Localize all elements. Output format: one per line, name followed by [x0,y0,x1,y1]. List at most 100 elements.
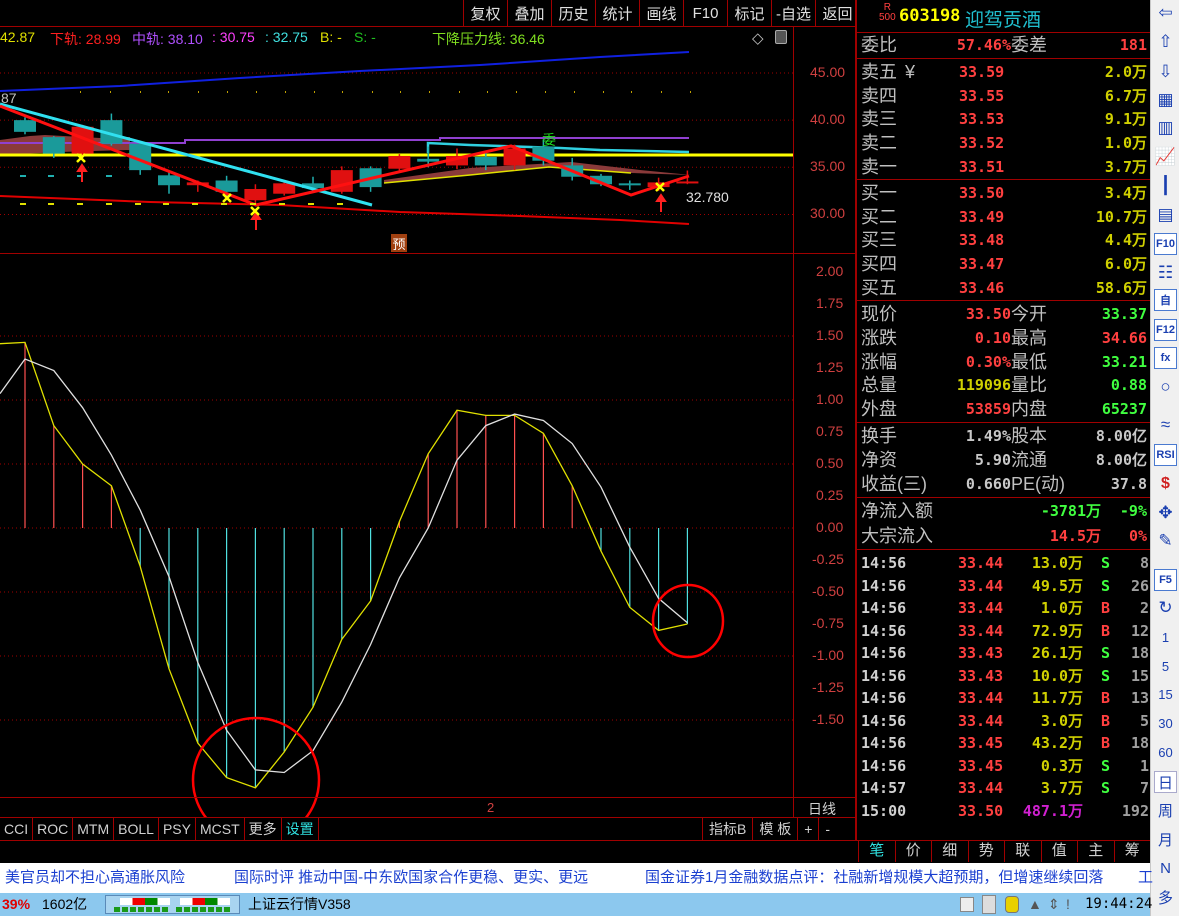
pencil-icon[interactable]: ✎ [1154,530,1177,552]
indicator-control[interactable]: 指标B [702,818,752,840]
trade-row: 14:56 33.44 13.0万 S 8 [861,552,1151,574]
rsi-icon[interactable]: RSI [1154,444,1177,466]
period-button[interactable]: N [1154,857,1177,879]
period-label[interactable]: 日线 [808,799,836,819]
market-breadth-widget[interactable] [105,895,240,914]
ask-price[interactable]: 33.52 [959,131,1004,155]
news-item[interactable]: 国金证券1月金融数据点评：社融新增规模大超预期，但增速继续回落 [645,863,1103,893]
ask-price[interactable]: 33.53 [959,107,1004,131]
period-button[interactable]: 15 [1154,683,1177,705]
period-button[interactable]: 多 [1154,886,1177,908]
indicator-tab[interactable]: CCI [0,818,34,840]
period-button[interactable]: 60 [1154,741,1177,763]
trade-price: 33.44 [958,689,1004,707]
notepad-icon[interactable] [960,897,974,912]
indicator-tab[interactable]: 更多 [245,818,282,840]
toolbar-button[interactable]: 返回 [815,0,859,27]
ask-price[interactable]: 33.59 [959,60,1004,84]
bid-price[interactable]: 33.48 [959,228,1004,252]
tree-icon[interactable]: ☷ [1154,262,1177,284]
arrow-up-icon[interactable]: ⇧ [1154,31,1177,53]
period-button[interactable]: 日 [1154,771,1177,793]
wave-icon[interactable]: ≈ [1154,414,1177,436]
finance-row: 换手 1.49% 股本 8.00亿 [861,424,1151,448]
indicator-tab[interactable]: 设置 [282,818,319,840]
ask-price[interactable]: 33.55 [959,84,1004,108]
trade-volume: 1.0万 [1040,599,1083,617]
trade-volume: 11.7万 [1031,689,1083,707]
self-icon[interactable]: 自 [1154,289,1177,311]
forecast-badge[interactable]: 预 [391,234,407,252]
finance-row: 收益(三) 0.660 PE(动) 37.8 [861,472,1151,496]
finance-row: 净资 5.90 流通 8.00亿 [861,448,1151,472]
period-button[interactable]: 月 [1154,828,1177,850]
alert-icon[interactable] [1005,896,1019,913]
news-item[interactable]: 美官员却不担心高通胀风险 [5,863,185,893]
bid-price[interactable]: 33.50 [959,181,1004,205]
stat-row: 总量 119096 量比 0.88 [861,373,1151,397]
windows-icon[interactable]: ▤ [1154,204,1177,226]
bid-price[interactable]: 33.46 [959,276,1004,300]
period-button[interactable]: 周 [1154,799,1177,821]
indicator-tab[interactable]: BOLL [114,818,159,840]
f5-icon[interactable]: F5 [1154,569,1177,591]
indicator-control[interactable]: - [818,818,836,840]
finance-value: 0.660 [965,474,1011,493]
trade-time: 14:56 [861,644,907,662]
indicator-tab[interactable]: ROC [33,818,74,840]
bid-price[interactable]: 33.49 [959,205,1004,229]
trade-price: 33.44 [958,599,1004,617]
multi-stock-icon[interactable]: ▥ [1154,117,1177,139]
kline-chart[interactable] [0,0,793,818]
period-button[interactable]: 1 [1154,626,1177,648]
period-button[interactable]: 5 [1154,655,1177,677]
label: 卖三 [861,109,897,130]
indicator-control[interactable]: 模 板 [752,818,797,840]
detail-tab[interactable]: 价 [894,840,932,862]
label: 今开 [1011,304,1047,324]
line-chart-icon[interactable]: 📈 [1154,146,1177,168]
quote-list-icon[interactable]: ▦ [1154,89,1177,111]
bid-price[interactable]: 33.47 [959,252,1004,276]
dollar-icon[interactable]: $ [1154,473,1177,495]
period-button[interactable]: 30 [1154,712,1177,734]
info-icon[interactable]: ! [1066,893,1070,916]
f12-icon[interactable]: F12 [1154,319,1177,341]
detail-tab[interactable]: 值 [1040,840,1078,862]
detail-tab[interactable]: 联 [1004,840,1041,862]
pane-divider [0,253,855,254]
ask-price[interactable]: 33.51 [959,155,1004,179]
indicator-tab[interactable]: MTM [73,818,115,840]
detail-tab[interactable]: 细 [931,840,968,862]
news-item[interactable]: 工 [1138,863,1153,893]
circle-icon[interactable]: ○ [1154,376,1177,398]
arrow-down-icon[interactable]: ⇩ [1154,61,1177,83]
osc-axis-label: -1.25 [812,679,844,695]
arrow-left-icon[interactable]: ⇦ [1154,2,1177,24]
osc-axis-label: 0.00 [816,519,844,535]
detail-tab[interactable]: 筹 [1113,840,1151,862]
price-axis-label: 40.00 [810,111,846,128]
osc-axis-label: 2.00 [816,263,844,279]
indicator-tab[interactable]: PSY [159,818,196,840]
detail-tab[interactable]: 主 [1077,840,1114,862]
price-axis-label: 35.00 [810,158,846,175]
indicator-tab[interactable]: MCST [196,818,245,840]
detail-tab[interactable]: 势 [967,840,1005,862]
detail-tab[interactable]: 笔 [858,840,895,862]
news-item[interactable]: 国际时评 推动中国-中东欧国家合作更稳、更实、更远 [234,863,588,893]
trade-price: 33.44 [958,576,1004,595]
move-icon[interactable]: ✥ [1154,502,1177,524]
f10-icon[interactable]: F10 [1154,233,1177,255]
document-icon[interactable] [982,895,996,914]
formula-icon[interactable]: fx [1154,347,1177,369]
app-name: 上证云行情V358 [248,896,351,912]
trade-time: 14:56 [861,666,907,685]
refresh-icon[interactable]: ↻ [1154,597,1177,619]
indicator-control[interactable]: + [797,818,818,840]
updown-icon[interactable]: ⇕ [1048,893,1060,916]
stat-value: 53859 [965,400,1011,419]
kline-icon[interactable]: ┃ [1154,175,1177,197]
trade-row: 14:56 33.43 10.0万 S 15 [861,665,1151,687]
signal-icon[interactable]: ▲ [1028,893,1042,916]
